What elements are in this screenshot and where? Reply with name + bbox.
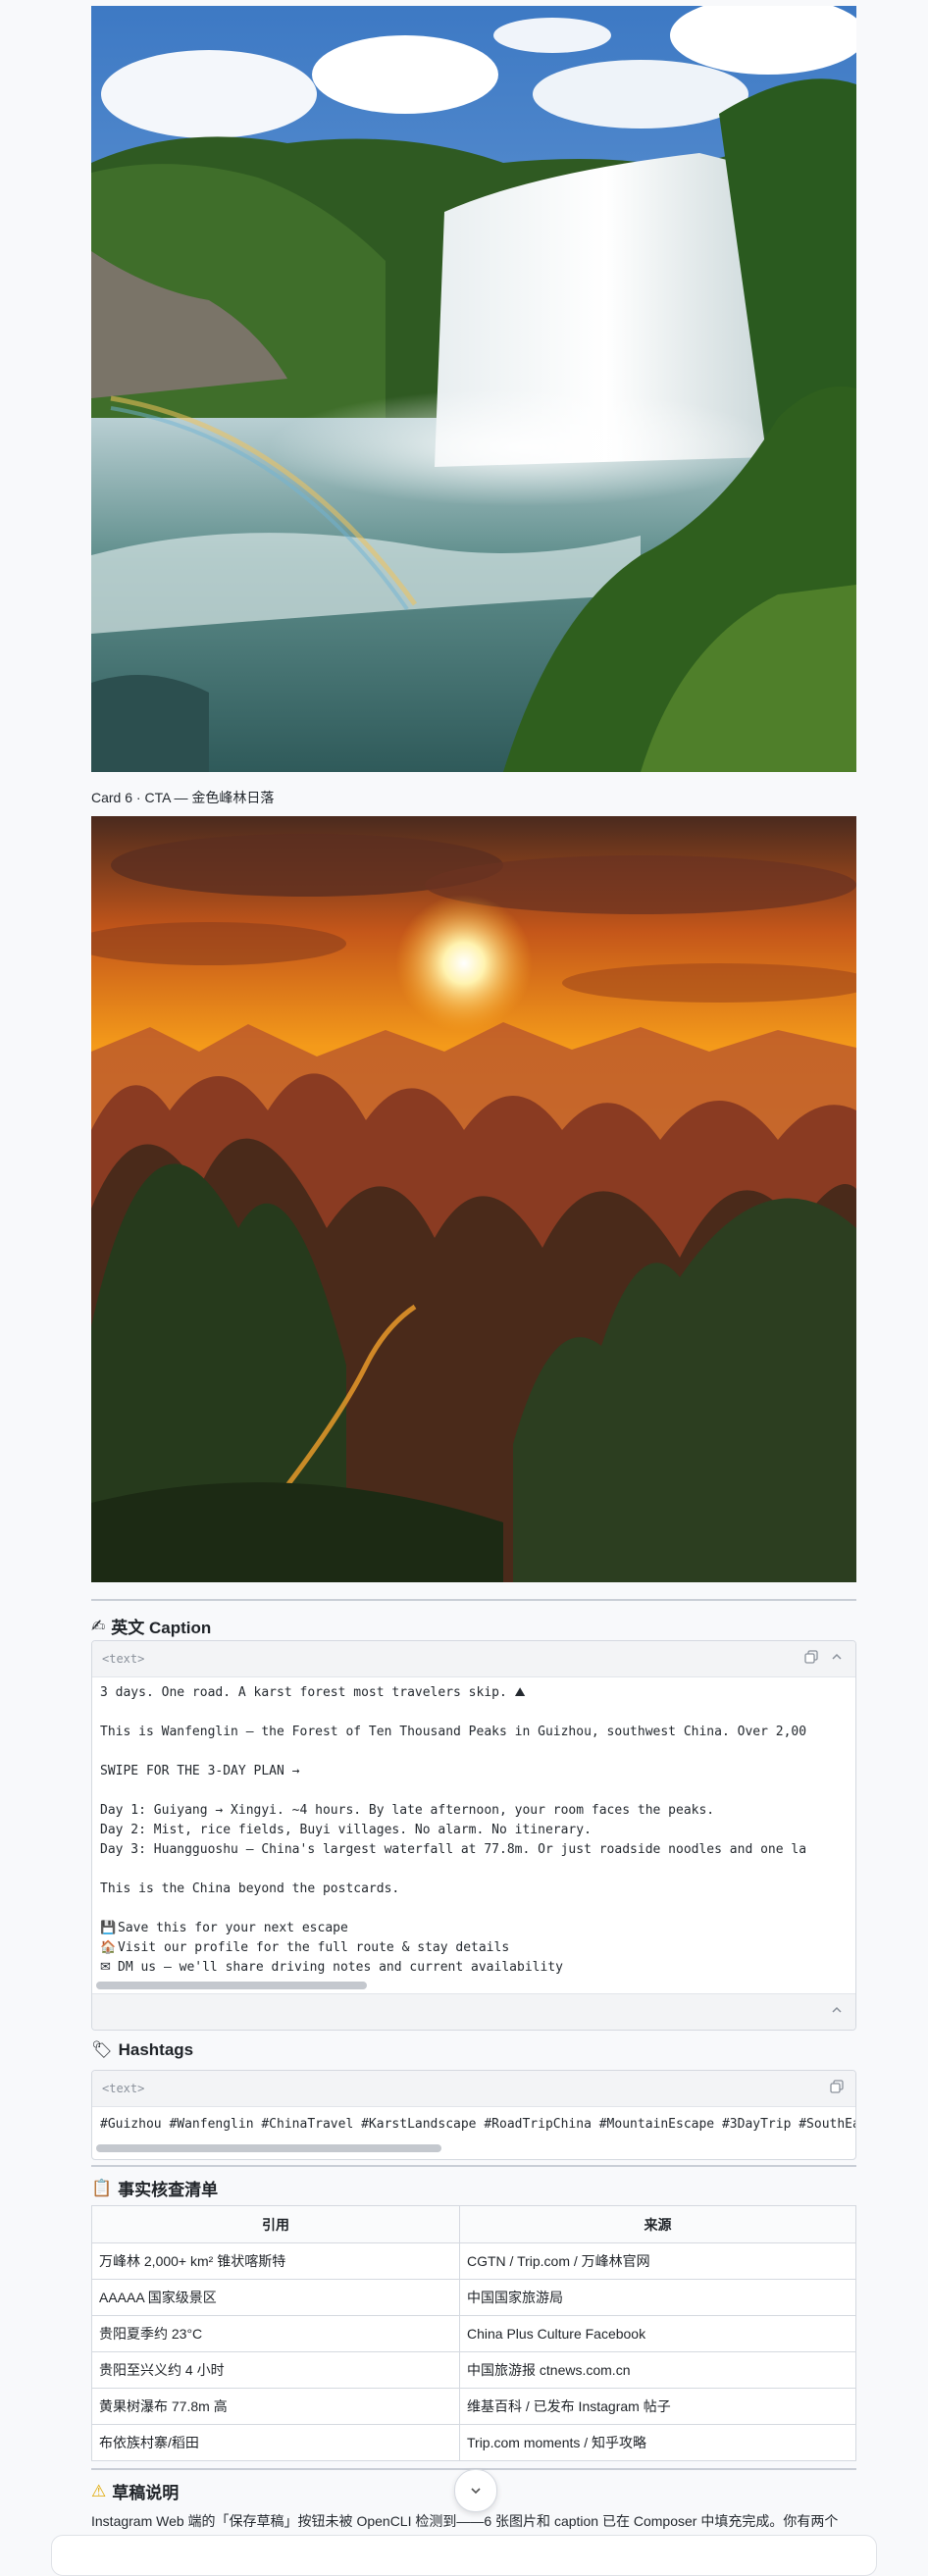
fact-check-table: 引用 来源 万峰林 2,000+ km² 锥状喀斯特 CGTN / Trip.co…	[91, 2205, 856, 2461]
code-line-text: Visit our profile for the full route & s…	[118, 1940, 510, 1955]
code-line: Day 3: Huangguoshu — China's largest wat…	[92, 1840, 855, 1860]
table-row: 布依族村寨/稻田 Trip.com moments / 知乎攻略	[91, 2424, 856, 2461]
column-header-source: 来源	[459, 2205, 856, 2243]
hashtags-code-text: #Guizhou #Wanfenglin #ChinaTravel #Karst…	[92, 2107, 855, 2158]
code-line-text: Day 1: Guiyang → Xingyi. ~4 hours. By la…	[100, 1803, 715, 1818]
label-tag-icon: 🏷	[91, 2040, 113, 2060]
draft-note-heading: ⚠ 草稿说明	[91, 2479, 179, 2503]
table-cell: China Plus Culture Facebook	[459, 2315, 856, 2352]
code-line: This is the China beyond the postcards.	[92, 1880, 855, 1899]
table-cell: 维基百科 / 已发布 Instagram 帖子	[459, 2388, 856, 2425]
caption-code-text: 3 days. One road. A karst forest most tr…	[92, 1677, 855, 1993]
message-input-card[interactable]	[51, 2535, 877, 2576]
copy-icon[interactable]	[802, 1650, 820, 1668]
code-line-text: Day 2: Mist, rice fields, Buyi villages.…	[100, 1823, 592, 1837]
table-cell: 黄果树瀑布 77.8m 高	[91, 2388, 460, 2425]
table-cell: 万峰林 2,000+ km² 锥状喀斯特	[91, 2242, 460, 2280]
karst-sunset-photo	[91, 816, 856, 1582]
section-divider	[91, 1599, 856, 1601]
code-line-text: Day 3: Huangguoshu — China's largest wat…	[100, 1842, 807, 1857]
chevron-down-icon	[471, 2488, 481, 2495]
code-line-text: This is Wanfenglin — the Forest of Ten T…	[100, 1725, 807, 1739]
code-line-text: SWIPE FOR THE 3-DAY PLAN →	[100, 1764, 300, 1778]
copy-icon[interactable]	[828, 2080, 846, 2097]
collapse-chevron-up-icon[interactable]	[828, 2003, 846, 2021]
table-header-row: 引用 来源	[91, 2205, 856, 2243]
code-line: Day 2: Mist, rice fields, Buyi villages.…	[92, 1821, 855, 1840]
section-divider	[91, 2165, 856, 2167]
fact-check-title: 事实核查清单	[118, 2181, 219, 2199]
table-row: 万峰林 2,000+ km² 锥状喀斯特 CGTN / Trip.com / 万峰…	[91, 2242, 856, 2280]
hashtags-code-block: <text> #Guizhou #Wanfenglin #ChinaTravel…	[91, 2070, 856, 2160]
code-language-label: <text>	[102, 2082, 145, 2095]
clipboard-icon: 📋	[91, 2178, 113, 2198]
code-line: ✉ DM us — we'll share driving notes and c…	[92, 1958, 855, 1978]
code-line-text: DM us — we'll share driving notes and cu…	[118, 1960, 563, 1975]
line-emoji-icon: 💾	[100, 1921, 117, 1935]
table-row: 贵阳夏季约 23°C China Plus Culture Facebook	[91, 2315, 856, 2352]
table-cell: CGTN / Trip.com / 万峰林官网	[459, 2242, 856, 2280]
line-emoji-icon: ✉	[100, 1960, 111, 1975]
code-line: SWIPE FOR THE 3-DAY PLAN →	[92, 1762, 855, 1781]
line-emoji-icon: 🏠	[100, 1940, 117, 1955]
horizontal-scrollbar[interactable]	[96, 1982, 367, 1989]
table-cell: 贵阳夏季约 23°C	[91, 2315, 460, 2352]
code-line: 3 days. One road. A karst forest most tr…	[92, 1683, 855, 1703]
table-cell: 布依族村寨/稻田	[91, 2424, 460, 2461]
code-line: 💾 Save this for your next escape	[92, 1919, 855, 1938]
code-line-text: 3 days. One road. A karst forest most tr…	[100, 1685, 526, 1700]
collapse-chevron-up-icon[interactable]	[828, 1650, 846, 1668]
table-cell: AAAAA 国家级景区	[91, 2279, 460, 2316]
table-cell: 贵阳至兴义约 4 小时	[91, 2351, 460, 2389]
table-cell: 中国旅游报 ctnews.com.cn	[459, 2351, 856, 2389]
code-line: 🏠 Visit our profile for the full route & …	[92, 1938, 855, 1958]
table-row: 黄果树瀑布 77.8m 高维基百科 / 已发布 Instagram 帖子	[91, 2388, 856, 2425]
table-cell: 中国国家旅游局	[459, 2279, 856, 2316]
table-cell: Trip.com moments / 知乎攻略	[459, 2424, 856, 2461]
code-language-label: <text>	[102, 1652, 145, 1666]
column-header-quote: 引用	[91, 2205, 460, 2243]
table-row: 贵阳至兴义约 4 小时 中国旅游报 ctnews.com.cn	[91, 2351, 856, 2389]
code-line: This is Wanfenglin — the Forest of Ten T…	[92, 1723, 855, 1742]
code-line-text: This is the China beyond the postcards.	[100, 1881, 400, 1896]
table-row: AAAAA 国家级景区 中国国家旅游局	[91, 2279, 856, 2316]
code-line: Day 1: Guiyang → Xingyi. ~4 hours. By la…	[92, 1801, 855, 1821]
code-block-header: <text>	[92, 1641, 855, 1677]
draft-note-title: 草稿说明	[112, 2484, 180, 2502]
hashtags-heading: 🏷 Hashtags	[91, 2040, 193, 2060]
fact-check-heading: 📋 事实核查清单	[91, 2176, 218, 2200]
code-line-text: Save this for your next escape	[118, 1921, 348, 1935]
image-caption: Card 6 · CTA — 金色峰林日落	[91, 790, 275, 805]
waterfall-photo	[91, 6, 856, 772]
code-block-header: <text>	[92, 2071, 855, 2107]
hashtags-text: #Guizhou #Wanfenglin #ChinaTravel #Karst…	[100, 2117, 855, 2132]
draft-note-text: Instagram Web 端的「保存草稿」按钮未被 OpenCLI 检测到——…	[91, 2513, 839, 2529]
writing-hand-icon: ✍	[91, 1616, 106, 1636]
scroll-down-button[interactable]	[454, 2469, 497, 2512]
caption-title: 英文 Caption	[111, 1619, 212, 1637]
code-block-footer	[92, 1993, 855, 2030]
caption-code-block: <text> 3 days. One road. A karst forest …	[91, 1640, 856, 2031]
caption-heading: ✍ 英文 Caption	[91, 1614, 211, 1638]
hashtags-title: Hashtags	[118, 2040, 194, 2059]
warning-icon: ⚠	[91, 2481, 107, 2501]
horizontal-scrollbar[interactable]	[96, 2144, 441, 2152]
